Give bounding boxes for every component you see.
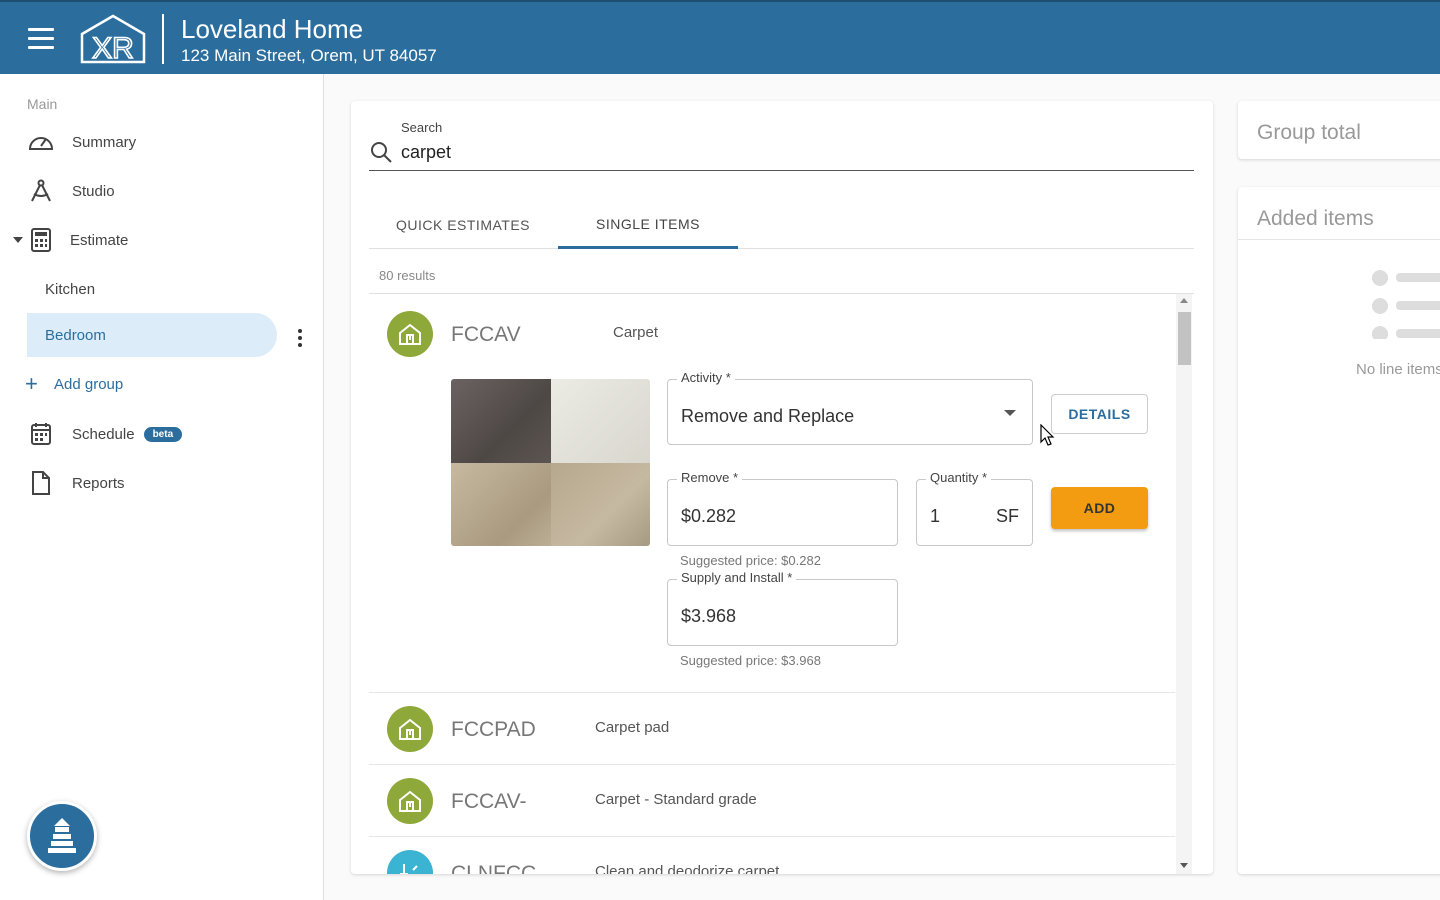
- remove-price-field[interactable]: Remove * $0.282: [667, 470, 898, 546]
- details-button[interactable]: DETAILS: [1051, 394, 1148, 434]
- list-item[interactable]: FCCPAD Carpet pad: [369, 693, 1175, 765]
- cleaning-category-icon: [387, 850, 433, 874]
- schedule-label: Schedule: [72, 425, 135, 443]
- results-count: 80 results: [379, 268, 436, 283]
- catalog-search-card: Search QUICK ESTIMATES SINGLE ITEMS 80 r…: [351, 101, 1213, 874]
- carpet-swatch-image: [451, 379, 650, 546]
- tab-quick-estimates[interactable]: QUICK ESTIMATES: [369, 201, 557, 249]
- sidebar-item-schedule[interactable]: Schedule beta: [0, 414, 320, 454]
- added-items-divider: [1238, 239, 1440, 240]
- tab-single-items[interactable]: SINGLE ITEMS: [558, 201, 738, 249]
- added-items-title: Added items: [1257, 207, 1374, 230]
- empty-state-text: No line items: [1356, 361, 1440, 378]
- search-icon: [371, 142, 392, 163]
- group-kitchen[interactable]: Kitchen: [27, 267, 277, 311]
- item-code: FCCPAD: [451, 718, 536, 741]
- scroll-thumb[interactable]: [1178, 312, 1191, 365]
- activity-value: Remove and Replace: [681, 406, 855, 426]
- sidebar-item-label: Schedule beta: [72, 425, 183, 443]
- tab-bar: QUICK ESTIMATES SINGLE ITEMS: [369, 201, 1194, 249]
- add-button[interactable]: ADD: [1051, 487, 1148, 529]
- item-description: Clean and deodorize carpet: [595, 863, 780, 874]
- sidebar-item-label: Reports: [72, 474, 125, 492]
- quantity-unit: SF: [995, 506, 1019, 526]
- quantity-value: 1: [930, 506, 941, 526]
- search-label: Search: [401, 120, 443, 135]
- activity-label: Activity *: [677, 370, 735, 385]
- sidebar-section-label: Main: [27, 96, 58, 112]
- calendar-icon: [28, 421, 54, 447]
- remove-value: $0.282: [681, 506, 737, 526]
- remove-suggested-price: Suggested price: $0.282: [680, 553, 821, 568]
- app-header: XR Loveland Home 123 Main Street, Orem, …: [0, 0, 1440, 74]
- list-item[interactable]: FCCAV- Carpet - Standard grade: [369, 765, 1175, 837]
- item-code: FCCAV: [451, 323, 521, 346]
- speedometer-icon: [28, 129, 54, 155]
- logo-text: XR: [92, 32, 134, 65]
- supply-install-label: Supply and Install *: [677, 570, 797, 585]
- remove-label: Remove *: [677, 470, 743, 485]
- sidebar-item-summary[interactable]: Summary: [0, 122, 320, 162]
- item-description: Carpet - Standard grade: [595, 791, 757, 808]
- added-items-card: Added items No line items: [1238, 187, 1440, 874]
- xr-logo: XR: [80, 14, 146, 66]
- hamburger-menu-icon[interactable]: [28, 28, 54, 50]
- house-category-icon: [387, 706, 433, 752]
- supply-install-price-field[interactable]: Supply and Install * $3.968: [667, 570, 898, 646]
- mouse-cursor-icon: [1040, 424, 1055, 446]
- quantity-label: Quantity *: [926, 470, 992, 485]
- compass-drafting-icon: [28, 178, 54, 204]
- sidebar-item-studio[interactable]: Studio: [0, 171, 320, 211]
- empty-list-icon: [1372, 270, 1440, 339]
- dropdown-arrow-icon: [1004, 410, 1016, 416]
- list-scrollbar[interactable]: [1176, 294, 1192, 874]
- item-code: CLNFCC: [451, 862, 537, 874]
- sidebar-item-reports[interactable]: Reports: [0, 463, 320, 503]
- group-total-label: Group total: [1257, 121, 1361, 144]
- list-item[interactable]: CLNFCC Clean and deodorize carpet: [369, 837, 1175, 874]
- plus-icon: +: [25, 371, 38, 396]
- add-group-button[interactable]: + Add group: [25, 372, 123, 396]
- sidebar: Main Summary Studio Estimate Kitchen Bed…: [0, 74, 324, 900]
- scroll-up-arrow-icon[interactable]: [1180, 298, 1188, 303]
- project-title: Loveland Home: [181, 14, 364, 44]
- expand-caret-icon[interactable]: [13, 237, 23, 243]
- sidebar-item-label: Estimate: [70, 231, 129, 249]
- sidebar-item-label: Studio: [72, 182, 115, 200]
- house-category-icon: [387, 778, 433, 824]
- group-total-card: Group total: [1238, 101, 1440, 159]
- supply-install-suggested-price: Suggested price: $3.968: [680, 653, 821, 668]
- calculator-icon: [28, 227, 54, 253]
- results-list: FCCAV Carpet Activity * Remove and Repla…: [369, 294, 1175, 874]
- sidebar-item-estimate[interactable]: Estimate: [0, 220, 320, 260]
- activity-select[interactable]: Activity * Remove and Replace: [667, 370, 1033, 445]
- sidebar-item-label: Summary: [72, 133, 137, 151]
- beta-badge: beta: [143, 427, 183, 443]
- list-item-expanded[interactable]: FCCAV Carpet: [369, 294, 1175, 366]
- lighthouse-icon: [48, 818, 76, 853]
- more-options-icon[interactable]: [292, 326, 308, 350]
- item-code: FCCAV-: [451, 790, 527, 813]
- item-description: Carpet pad: [595, 719, 670, 736]
- group-bedroom[interactable]: Bedroom: [27, 313, 277, 357]
- search-underline: [369, 170, 1194, 171]
- item-description: Carpet: [613, 324, 659, 341]
- scroll-down-arrow-icon[interactable]: [1180, 863, 1188, 868]
- project-address: 123 Main Street, Orem, UT 84057: [181, 46, 437, 65]
- lighthouse-help-button[interactable]: [27, 801, 97, 871]
- quantity-field[interactable]: Quantity * 1 SF: [916, 470, 1033, 546]
- house-category-icon: [387, 311, 433, 357]
- header-divider: [162, 14, 164, 64]
- search-input[interactable]: [401, 139, 1191, 165]
- supply-install-value: $3.968: [681, 606, 737, 626]
- document-icon: [28, 470, 54, 496]
- add-group-label: Add group: [54, 375, 124, 393]
